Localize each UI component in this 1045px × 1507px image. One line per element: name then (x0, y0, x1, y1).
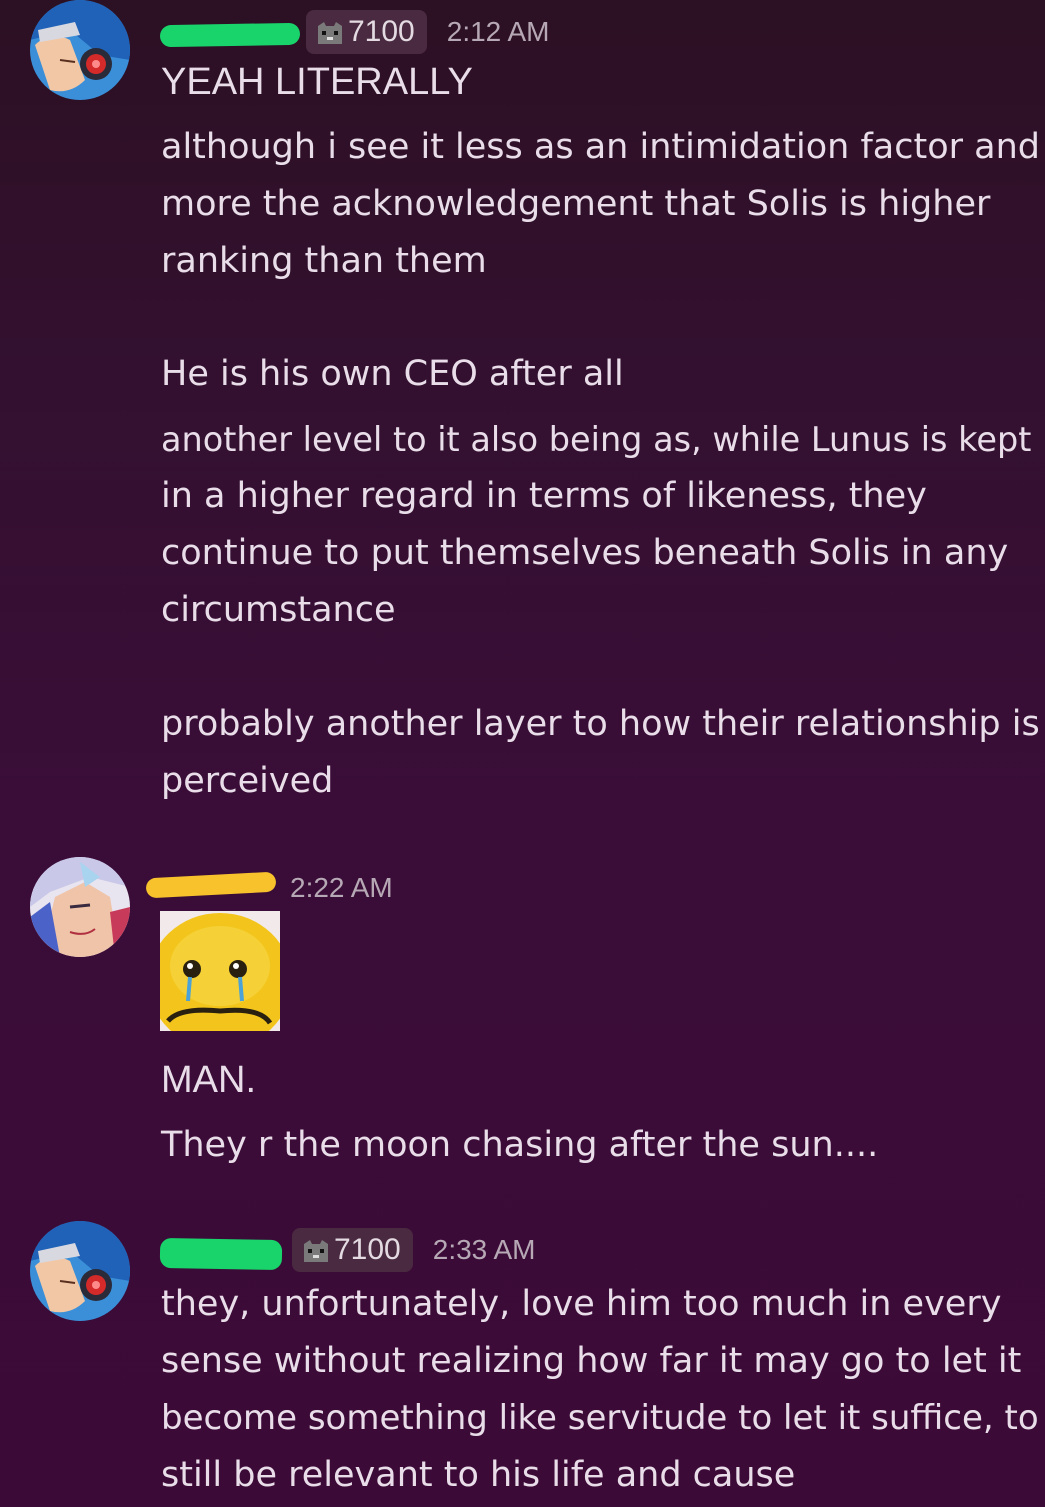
user-tag-badge[interactable]: 7100 (306, 10, 427, 54)
message-header: 7100 2:12 AM (159, 10, 550, 54)
message-text-line: ranking than them (161, 241, 487, 281)
message-text-line: probably another layer to how their rela… (161, 704, 1040, 744)
message-text-line: in a higher regard in terms of likeness,… (161, 476, 927, 516)
message-text-line: they, unfortunately, love him too much i… (161, 1284, 1002, 1324)
username-redacted[interactable] (145, 871, 277, 899)
message-header: 7100 2:33 AM (159, 1228, 536, 1272)
crying-face-emoji[interactable] (160, 911, 280, 1031)
tag-number: 7100 (348, 15, 415, 48)
user-tag-badge[interactable]: 7100 (292, 1228, 413, 1272)
username-redacted[interactable] (159, 22, 301, 48)
message-text-line: circumstance (161, 590, 396, 630)
user-avatar-blue-helmet[interactable] (30, 0, 130, 100)
message-text-line: although i see it less as an intimidatio… (161, 127, 1040, 167)
user-avatar-blue-helmet[interactable] (30, 1221, 130, 1321)
timestamp: 2:33 AM (432, 1234, 536, 1265)
cat-icon (316, 20, 344, 44)
username-redacted[interactable] (159, 1237, 283, 1271)
message-text-line: He is his own CEO after all (161, 354, 624, 394)
message-header: 2:22 AM (145, 866, 393, 910)
timestamp: 2:12 AM (446, 16, 550, 47)
message-text-line: perceived (161, 761, 334, 801)
message-text-line: YEAH LITERALLY (161, 61, 473, 103)
message-text-line: continue to put themselves beneath Solis… (161, 533, 1009, 573)
cat-icon (302, 1238, 330, 1262)
avatar-helmet-icon (30, 0, 130, 100)
message-text-line: They r the moon chasing after the sun...… (161, 1125, 879, 1165)
message-text-line: still be relevant to his life and cause (161, 1455, 796, 1495)
message-text-line: MAN. (161, 1059, 256, 1101)
message-text-line: become something like servitude to let i… (161, 1398, 1039, 1438)
message-text-line: more the acknowledgement that Solis is h… (161, 184, 991, 224)
crying-face-icon (160, 911, 280, 1031)
avatar-portrait-icon (30, 857, 130, 957)
user-avatar-portrait[interactable] (30, 857, 130, 957)
message-text-line: sense without realizing how far it may g… (161, 1341, 1022, 1381)
tag-number: 7100 (334, 1233, 401, 1266)
timestamp: 2:22 AM (290, 872, 393, 903)
message-text-line: another level to it also being as, while… (161, 420, 1032, 459)
avatar-helmet-icon (30, 1221, 130, 1321)
